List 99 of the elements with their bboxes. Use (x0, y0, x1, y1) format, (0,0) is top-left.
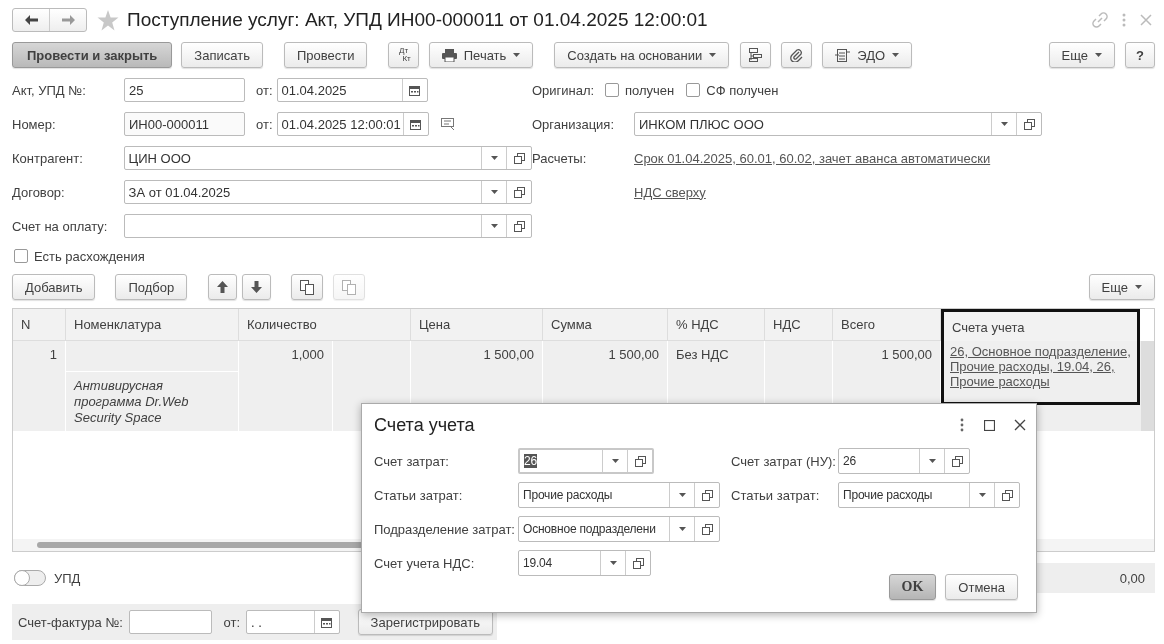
print-button[interactable]: Печать (428, 42, 534, 68)
select-field[interactable]: Прочие расходы (518, 482, 720, 508)
column-header[interactable]: Номенклатура (66, 309, 239, 341)
select-field[interactable] (123, 214, 532, 238)
checkbox[interactable] (14, 249, 28, 263)
column-header[interactable]: % НДС (668, 309, 765, 341)
checkbox[interactable] (686, 83, 701, 97)
move-down-button[interactable] (242, 274, 272, 300)
caret-icon (1095, 53, 1103, 57)
select-field[interactable]: 26 (838, 448, 970, 474)
more-icon[interactable] (960, 418, 964, 432)
field-label: Договор: (12, 184, 66, 200)
column-header[interactable]: НДС (765, 309, 833, 341)
select-field[interactable]: 19.04 (518, 550, 651, 576)
table-cell-text: Антивирусная программа Dr.Web Security Space (72, 377, 190, 427)
more-menu-button[interactable]: Еще (1088, 274, 1155, 300)
toggle-switch[interactable] (14, 570, 46, 586)
settlement-link[interactable]: Срок 01.04.2025, 60.01, 60.02, зачет аванса автоматически (634, 150, 991, 166)
printer-icon (441, 48, 457, 62)
checkbox[interactable] (605, 83, 619, 97)
date-field[interactable]: 01.04.2025 12:00:01 (276, 112, 429, 136)
caret-icon (1135, 285, 1142, 289)
star-icon[interactable] (97, 9, 119, 31)
checkbox-label: получен (625, 82, 675, 98)
field-label: Счет затрат (НУ): (731, 453, 837, 469)
field-label: Оригинал: (532, 82, 596, 98)
toggle-label: УПД (54, 570, 81, 586)
copy-button[interactable] (291, 274, 324, 300)
settlement-link[interactable]: НДС сверху (634, 184, 706, 200)
table-cell: 1,000 (239, 341, 333, 432)
field-label: Счет-фактура №: (18, 614, 123, 630)
select-field[interactable]: ИНКОМ ПЛЮС ООО (634, 112, 1042, 136)
column-header[interactable]: Всего (833, 309, 941, 341)
documents-icon (300, 279, 315, 295)
close-icon[interactable] (1014, 419, 1026, 431)
field-label: Статьи затрат: (731, 487, 821, 503)
field-label: Подразделение затрат: (374, 521, 516, 537)
field-label: Статьи затрат: (374, 487, 464, 503)
checkbox-label: Есть расхождения (34, 248, 145, 264)
total-value: 0,00 (1035, 563, 1155, 593)
field-label: Контрагент: (12, 150, 84, 166)
column-header[interactable]: Количество (239, 309, 411, 341)
field-label: Акт, УПД №: (12, 82, 87, 98)
column-header[interactable]: N (13, 309, 66, 341)
select-field[interactable]: ЗА от 01.04.2025 (123, 180, 532, 204)
field-label: от: (256, 116, 273, 132)
help-button[interactable]: ? (1125, 42, 1155, 68)
more-menu-button[interactable]: Еще (1048, 42, 1116, 68)
move-up-button[interactable] (208, 274, 238, 300)
post-and-close-button[interactable]: Провести и закрыть (12, 42, 173, 68)
structure-button[interactable] (740, 42, 772, 68)
arrow-up-icon (217, 281, 229, 293)
select-field[interactable]: Прочие расходы (838, 482, 1020, 508)
arrow-left-icon (24, 15, 38, 25)
field-label: от: (223, 614, 240, 630)
attach-button[interactable] (781, 42, 813, 68)
toolbar-button[interactable]: Записать (181, 42, 263, 68)
select-field[interactable]: 26 (518, 448, 654, 474)
field-label: Счет учета НДС: (374, 555, 476, 571)
table-cell: 1 (13, 341, 66, 432)
documents-icon (342, 279, 357, 295)
structure-icon (749, 48, 763, 62)
field-label: Организация: (532, 116, 616, 132)
accounts-link[interactable]: 26, Основное подразделение, Прочие расходы, 19.04, 26, Прочие расходы (950, 344, 1131, 389)
field-label: Номер: (12, 116, 57, 132)
arrow-down-icon (251, 281, 263, 293)
checkbox-label: СФ получен (706, 82, 779, 98)
field-label: Расчеты: (532, 150, 588, 166)
toolbar-button[interactable]: Провести (283, 42, 368, 68)
edo-button[interactable]: ЭДО (822, 42, 913, 68)
arrow-right-icon (61, 15, 75, 25)
date-field[interactable]: . . (246, 610, 340, 634)
comment-icon[interactable] (440, 118, 456, 130)
vertical-scrollbar[interactable] (1141, 341, 1154, 431)
column-header[interactable]: Цена (411, 309, 543, 341)
caret-icon (709, 53, 717, 57)
column-header[interactable]: Счета учета (941, 309, 1140, 341)
maximize-icon[interactable] (984, 419, 995, 431)
select-field[interactable]: ЦИН ООО (123, 146, 532, 170)
number-field[interactable]: ИН00-000011 (124, 112, 245, 136)
field-label: Счет затрат: (374, 453, 450, 469)
date-field[interactable]: 01.04.2025 (276, 78, 428, 102)
field-label: Счет на оплату: (12, 218, 109, 234)
select-field[interactable]: Основное подразделени (518, 516, 720, 542)
column-header[interactable]: Сумма (543, 309, 668, 341)
window-title: Поступление услуг: Акт, УПД ИН00-000011 от 01.04.2025 12:00:01 (127, 9, 708, 31)
paperclip-icon (790, 48, 804, 62)
caret-icon (513, 53, 521, 57)
document-exchange-icon (835, 48, 851, 62)
ok-button[interactable]: OK (888, 574, 937, 600)
input-field[interactable] (128, 610, 213, 634)
field-label: от: (256, 82, 273, 98)
input-field[interactable]: 25 (124, 78, 245, 102)
debit-credit-button[interactable]: Дт Кт (388, 42, 419, 68)
toolbar-button[interactable]: Подбор (115, 274, 188, 300)
menu-button[interactable]: Создать на основании (554, 42, 730, 68)
cancel-button[interactable]: Отмена (945, 574, 1018, 600)
toolbar-button[interactable]: Добавить (12, 274, 96, 300)
caret-icon (892, 53, 900, 57)
